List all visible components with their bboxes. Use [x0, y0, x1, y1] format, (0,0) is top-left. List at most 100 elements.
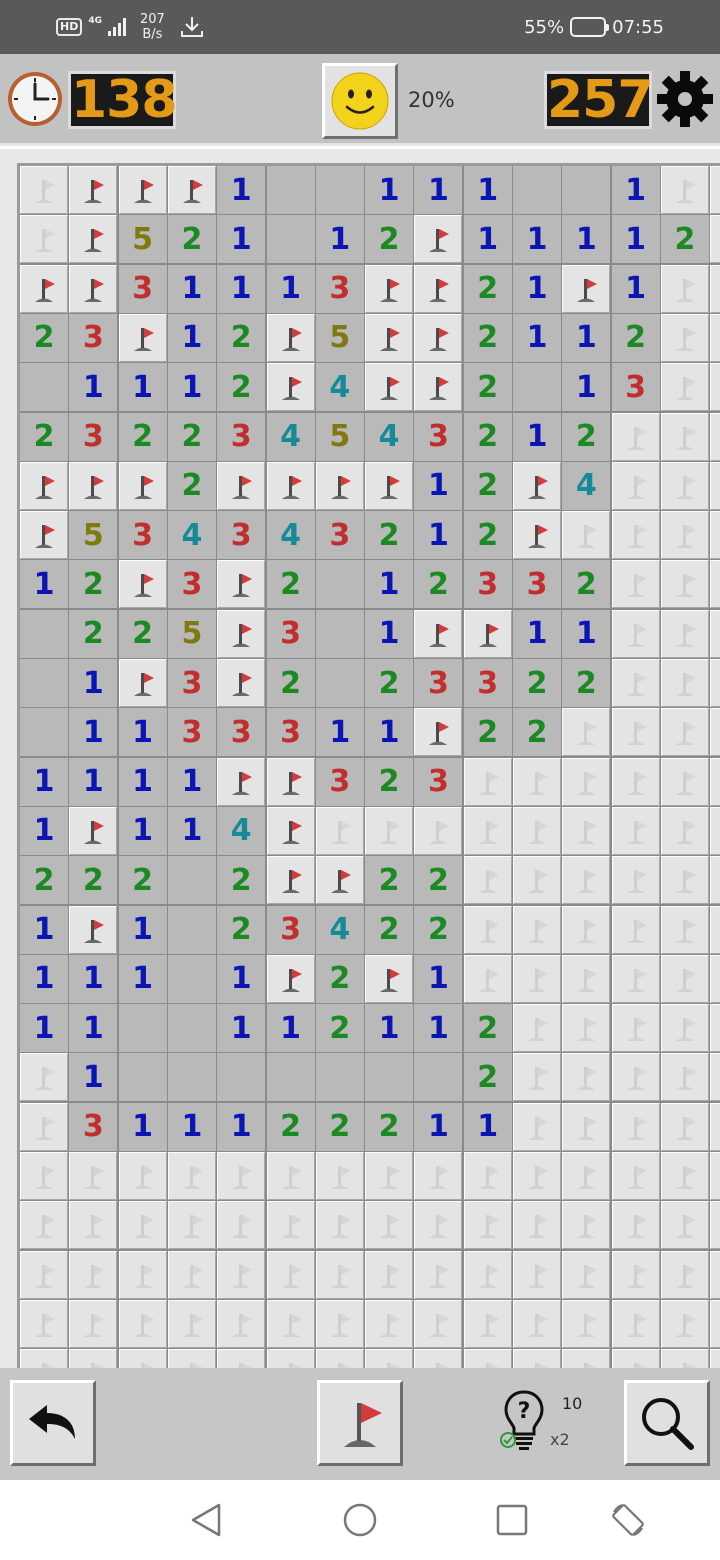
closed-cell[interactable]	[167, 1152, 216, 1200]
flagged-cell[interactable]	[513, 511, 561, 560]
number-cell[interactable]: 1	[562, 215, 611, 264]
closed-cell[interactable]	[710, 806, 720, 855]
number-cell[interactable]: 2	[611, 313, 660, 362]
closed-cell[interactable]	[513, 1299, 561, 1348]
closed-cell[interactable]	[660, 166, 709, 214]
closed-cell[interactable]	[660, 1299, 709, 1348]
closed-cell[interactable]	[513, 905, 561, 954]
closed-cell[interactable]	[660, 412, 709, 461]
closed-cell[interactable]	[414, 1349, 463, 1368]
number-cell[interactable]: 1	[69, 757, 118, 806]
closed-cell[interactable]	[69, 1152, 118, 1200]
closed-cell[interactable]	[513, 1349, 561, 1368]
number-cell[interactable]: 3	[69, 412, 118, 461]
closed-cell[interactable]	[315, 1152, 364, 1200]
closed-cell[interactable]	[365, 1152, 414, 1200]
number-cell[interactable]: 5	[167, 609, 216, 658]
closed-cell[interactable]	[463, 1201, 512, 1250]
closed-cell[interactable]	[20, 1102, 68, 1151]
number-cell[interactable]: 3	[167, 659, 216, 707]
closed-cell[interactable]	[513, 1250, 561, 1299]
number-cell[interactable]: 1	[69, 659, 118, 707]
number-cell[interactable]: 3	[315, 511, 364, 560]
number-cell[interactable]: 3	[463, 560, 512, 609]
number-cell[interactable]: 1	[414, 1102, 463, 1151]
closed-cell[interactable]	[710, 1152, 720, 1200]
closed-cell[interactable]	[463, 905, 512, 954]
flagged-cell[interactable]	[118, 313, 167, 362]
closed-cell[interactable]	[611, 856, 660, 905]
number-cell[interactable]: 1	[611, 166, 660, 214]
closed-cell[interactable]	[710, 1102, 720, 1151]
closed-cell[interactable]	[266, 1152, 315, 1200]
closed-cell[interactable]	[217, 1250, 266, 1299]
number-cell[interactable]: 2	[365, 1102, 414, 1151]
closed-cell[interactable]	[710, 560, 720, 609]
closed-cell[interactable]	[611, 1201, 660, 1250]
closed-cell[interactable]	[611, 1102, 660, 1151]
number-cell[interactable]: 1	[414, 461, 463, 510]
flagged-cell[interactable]	[266, 806, 315, 855]
number-cell[interactable]: 1	[513, 215, 561, 264]
number-cell[interactable]: 1	[611, 215, 660, 264]
number-cell[interactable]: 2	[414, 856, 463, 905]
flagged-cell[interactable]	[266, 461, 315, 510]
closed-cell[interactable]	[562, 1201, 611, 1250]
closed-cell[interactable]	[611, 1299, 660, 1348]
closed-cell[interactable]	[266, 1250, 315, 1299]
closed-cell[interactable]	[660, 856, 709, 905]
closed-cell[interactable]	[660, 1250, 709, 1299]
flagged-cell[interactable]	[365, 954, 414, 1003]
closed-cell[interactable]	[513, 1053, 561, 1102]
number-cell[interactable]: 1	[315, 708, 364, 757]
number-cell[interactable]: 1	[414, 511, 463, 560]
flagged-cell[interactable]	[315, 461, 364, 510]
closed-cell[interactable]	[20, 1152, 68, 1200]
number-cell[interactable]: 2	[167, 461, 216, 510]
number-cell[interactable]: 2	[266, 1102, 315, 1151]
closed-cell[interactable]	[69, 1299, 118, 1348]
number-cell[interactable]: 2	[217, 313, 266, 362]
closed-cell[interactable]	[660, 511, 709, 560]
flagged-cell[interactable]	[118, 560, 167, 609]
closed-cell[interactable]	[118, 1152, 167, 1200]
flagged-cell[interactable]	[414, 215, 463, 264]
closed-cell[interactable]	[414, 1299, 463, 1348]
number-cell[interactable]: 1	[414, 1004, 463, 1053]
number-cell[interactable]: 3	[414, 757, 463, 806]
number-cell[interactable]: 3	[69, 1102, 118, 1151]
closed-cell[interactable]	[217, 1152, 266, 1200]
number-cell[interactable]: 2	[463, 363, 512, 412]
closed-cell[interactable]	[513, 1201, 561, 1250]
number-cell[interactable]: 1	[69, 708, 118, 757]
flagged-cell[interactable]	[69, 905, 118, 954]
closed-cell[interactable]	[611, 1004, 660, 1053]
number-cell[interactable]: 4	[315, 905, 364, 954]
number-cell[interactable]: 2	[414, 560, 463, 609]
closed-cell[interactable]	[710, 1201, 720, 1250]
number-cell[interactable]: 3	[217, 412, 266, 461]
number-cell[interactable]: 2	[365, 856, 414, 905]
closed-cell[interactable]	[611, 905, 660, 954]
number-cell[interactable]: 1	[69, 1004, 118, 1053]
flagged-cell[interactable]	[217, 757, 266, 806]
closed-cell[interactable]	[266, 1201, 315, 1250]
zoom-search-button[interactable]	[624, 1380, 710, 1466]
number-cell[interactable]: 2	[365, 511, 414, 560]
closed-cell[interactable]	[167, 1299, 216, 1348]
number-cell[interactable]: 2	[315, 1102, 364, 1151]
number-cell[interactable]: 1	[118, 1102, 167, 1151]
closed-cell[interactable]	[660, 708, 709, 757]
flagged-cell[interactable]	[513, 461, 561, 510]
number-cell[interactable]: 1	[365, 1004, 414, 1053]
number-cell[interactable]: 1	[315, 215, 364, 264]
closed-cell[interactable]	[710, 264, 720, 313]
number-cell[interactable]: 1	[118, 708, 167, 757]
closed-cell[interactable]	[611, 757, 660, 806]
nav-back-button[interactable]	[186, 1500, 226, 1540]
flagged-cell[interactable]	[414, 708, 463, 757]
flagged-cell[interactable]	[20, 511, 68, 560]
closed-cell[interactable]	[611, 1053, 660, 1102]
number-cell[interactable]: 1	[513, 412, 561, 461]
closed-cell[interactable]	[315, 1201, 364, 1250]
